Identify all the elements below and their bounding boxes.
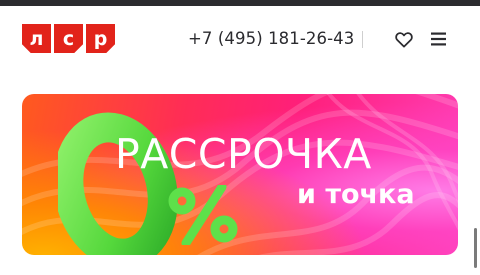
header-divider: [362, 31, 363, 48]
lsr-logo[interactable]: л с р: [22, 24, 115, 53]
installment-promo-banner[interactable]: 0 РАССРОЧКА % и точка: [22, 94, 458, 255]
heart-icon[interactable]: [395, 31, 413, 48]
logo-letter-s: с: [54, 24, 83, 53]
banner-subline: и точка: [297, 179, 415, 210]
page-scrollbar[interactable]: [474, 228, 477, 268]
banner-headline: РАССРОЧКА: [115, 130, 372, 178]
top-status-bar: [0, 0, 480, 6]
hamburger-menu-icon[interactable]: [431, 32, 446, 46]
logo-letter-l: л: [22, 24, 51, 53]
logo-letter-r: р: [86, 24, 115, 53]
green-percent-sign: [168, 185, 238, 245]
phone-number-link[interactable]: +7 (495) 181-26-43: [188, 29, 354, 48]
